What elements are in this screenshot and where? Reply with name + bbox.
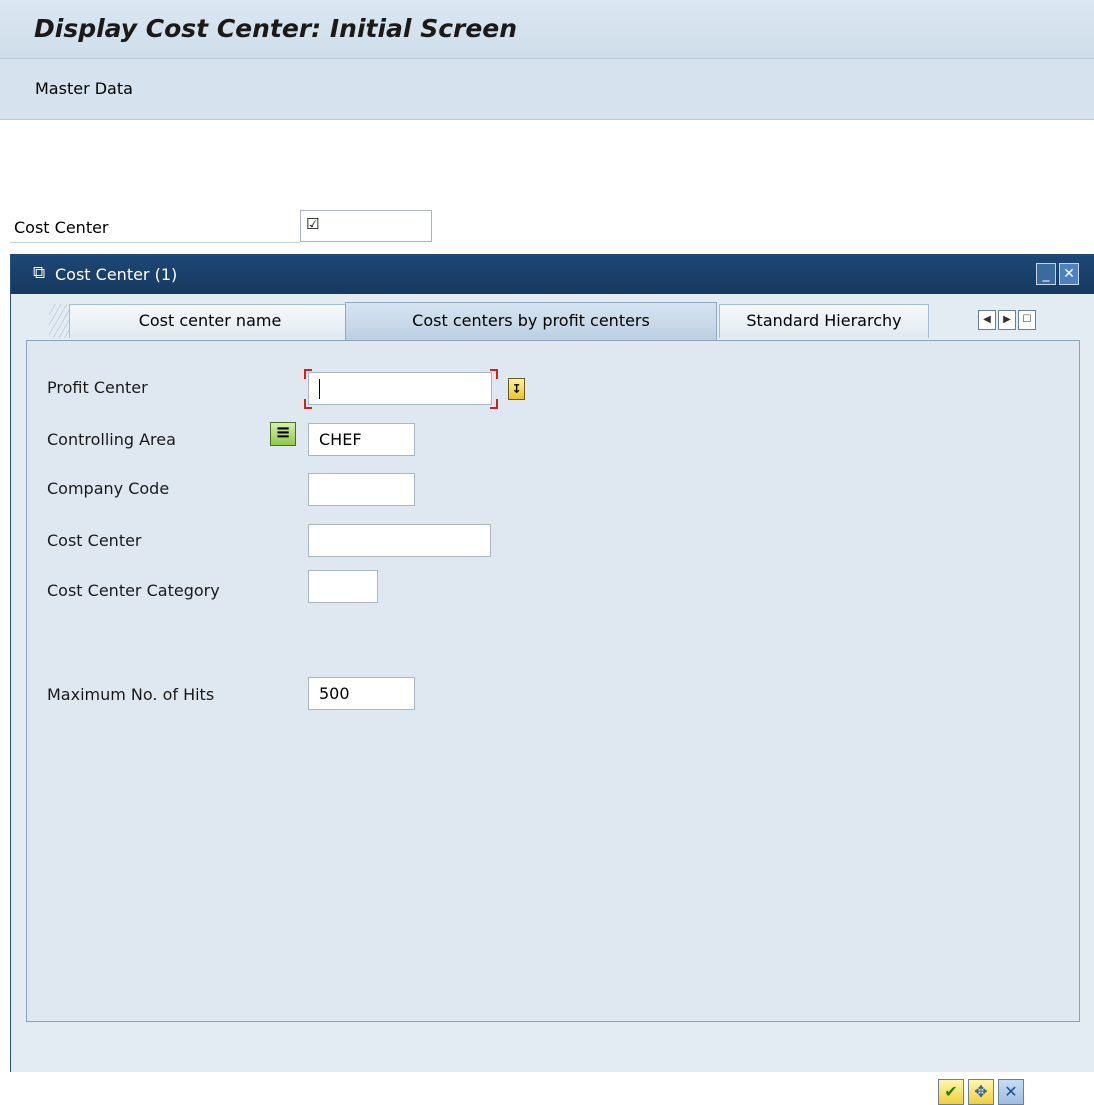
tab-standard-hierarchy[interactable]: Standard Hierarchy [719,304,929,338]
tab-scroll-left-icon[interactable]: ◀ [978,310,996,330]
equals-option-icon[interactable]: ≡ [270,422,296,446]
max-hits-input[interactable]: 500 [308,677,415,710]
label-underline [10,242,300,243]
text-cursor [319,379,320,399]
cost-center-category-input[interactable] [308,570,378,603]
dialog-title: Cost Center (1) [55,265,178,284]
required-marker [304,399,312,409]
max-hits-label: Maximum No. of Hits [47,685,215,704]
company-code-label: Company Code [47,479,170,498]
profit-center-input[interactable] [308,372,492,405]
menu-bar: Master Data [0,59,1094,120]
cancel-icon[interactable]: ✕ [998,1079,1024,1105]
tab-cost-centers-by-profit-centers[interactable]: Cost centers by profit centers [345,302,717,340]
required-marker [490,399,498,409]
tab-panel: Profit Center ↧ Controlling Area ≡ CHEF … [26,340,1080,1022]
title-bar: Display Cost Center: Initial Screen [0,0,1094,59]
minimize-button[interactable]: _ [1036,263,1056,285]
controlling-area-input[interactable]: CHEF [308,423,415,456]
value-help-icon[interactable]: ↧ [508,378,525,400]
new-search-icon[interactable]: ✥ [968,1079,994,1105]
controlling-area-label: Controlling Area [47,430,176,449]
cost-center-category-label: Cost Center Category [47,581,220,600]
required-check-icon: ☑ [306,215,320,233]
close-button[interactable]: ✕ [1059,263,1079,285]
tab-strip: Cost center name Cost centers by profit … [11,294,1094,340]
cost-center-label: Cost Center [14,218,109,237]
tab-cost-center-name[interactable]: Cost center name [69,304,351,338]
company-code-input[interactable] [308,473,415,506]
required-marker [304,369,312,379]
cost-center-field-label: Cost Center [47,531,142,550]
search-help-dialog: ⧉ Cost Center (1) _ ✕ Cost center name C… [10,254,1094,1105]
page-title: Display Cost Center: Initial Screen [34,14,518,43]
cost-center-field-input[interactable] [308,524,491,557]
tab-list-icon[interactable]: ☐ [1018,310,1036,330]
tab-scroll-right-icon[interactable]: ▶ [998,310,1016,330]
cost-center-input[interactable]: ☑ [300,210,432,242]
required-marker [490,369,498,379]
menu-item-master-data[interactable]: Master Data [35,79,133,98]
confirm-check-icon[interactable]: ✔ [938,1079,964,1105]
dialog-title-bar: ⧉ Cost Center (1) _ ✕ [11,254,1094,294]
dialog-window-icon: ⧉ [33,263,46,283]
profit-center-label: Profit Center [47,378,148,397]
